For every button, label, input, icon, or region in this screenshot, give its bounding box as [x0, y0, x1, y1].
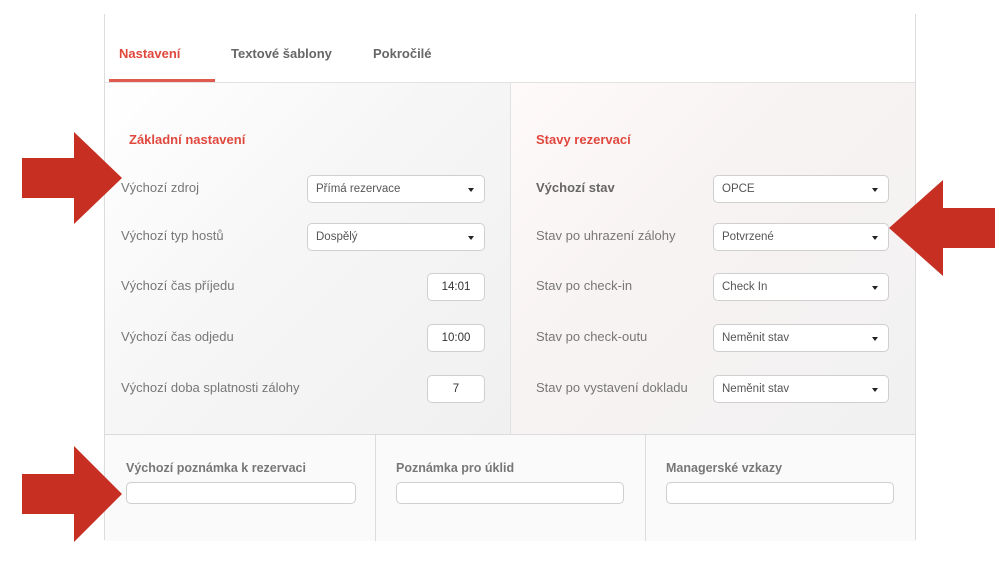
- deposit-due-days-label: Výchozí doba splatnosti zálohy: [121, 380, 300, 395]
- caret-down-icon: [468, 236, 474, 240]
- reservation-states-title: Stavy rezervací: [536, 132, 631, 147]
- notes-section: Výchozí poznámka k rezervaci Poznámka pr…: [105, 434, 915, 541]
- arrow-left-icon: [889, 180, 995, 276]
- reservation-note-label: Výchozí poznámka k rezervaci: [126, 461, 306, 475]
- default-state-value: OPCE: [722, 183, 755, 195]
- caret-down-icon: [872, 286, 878, 290]
- default-departure-time-input[interactable]: 10:00: [427, 324, 485, 352]
- default-source-label: Výchozí zdroj: [121, 180, 200, 195]
- settings-panel: Nastavení Textové šablony Pokročilé Zákl…: [104, 14, 916, 541]
- caret-down-icon: [872, 236, 878, 240]
- arrow-right-icon: [22, 446, 122, 542]
- caret-down-icon: [872, 188, 878, 192]
- state-after-checkout-value: Neměnit stav: [722, 332, 790, 344]
- basic-settings-title: Základní nastavení: [129, 132, 246, 147]
- default-source-select[interactable]: Přímá rezervace: [307, 175, 485, 203]
- state-after-deposit-value: Potvrzené: [722, 231, 774, 243]
- tab-pokrocile[interactable]: Pokročilé: [373, 46, 432, 61]
- state-after-checkin-value: Check In: [722, 281, 768, 293]
- default-guest-type-label: Výchozí typ hostů: [121, 228, 224, 243]
- note-cell-manager: Managerské vzkazy: [645, 435, 916, 541]
- state-after-checkout-select[interactable]: Neměnit stav: [713, 324, 889, 352]
- deposit-due-days-input[interactable]: 7: [427, 375, 485, 403]
- default-state-select[interactable]: OPCE: [713, 175, 889, 203]
- default-departure-time-label: Výchozí čas odjedu: [121, 329, 234, 344]
- state-after-checkin-label: Stav po check-in: [536, 278, 633, 293]
- default-state-label: Výchozí stav: [536, 180, 615, 195]
- manager-messages-label: Managerské vzkazy: [666, 461, 783, 475]
- default-guest-type-select[interactable]: Dospělý: [307, 223, 485, 251]
- note-cell-cleaning: Poznámka pro úklid: [375, 435, 646, 541]
- caret-down-icon: [468, 188, 474, 192]
- caret-down-icon: [872, 388, 878, 392]
- default-guest-type-value: Dospělý: [316, 231, 358, 243]
- note-cell-reservation: Výchozí poznámka k rezervaci: [105, 435, 375, 541]
- reservation-note-input[interactable]: [126, 482, 356, 504]
- cleaning-note-label: Poznámka pro úklid: [396, 461, 515, 475]
- state-after-invoice-label: Stav po vystavení dokladu: [536, 380, 688, 395]
- state-after-checkin-select[interactable]: Check In: [713, 273, 889, 301]
- state-after-checkout-label: Stav po check-outu: [536, 329, 648, 344]
- tab-textove-sablony[interactable]: Textové šablony: [231, 46, 332, 61]
- default-arrival-time-input[interactable]: 14:01: [427, 273, 485, 301]
- manager-messages-input[interactable]: [666, 482, 894, 504]
- reservation-states-column: Stavy rezervací Výchozí stav OPCE Stav p…: [511, 83, 915, 434]
- state-after-deposit-label: Stav po uhrazení zálohy: [536, 228, 676, 243]
- cleaning-note-input[interactable]: [396, 482, 624, 504]
- state-after-invoice-value: Neměnit stav: [722, 383, 790, 395]
- active-tab-indicator: [109, 79, 215, 82]
- basic-settings-column: Základní nastavení Výchozí zdroj Přímá r…: [105, 83, 511, 434]
- state-after-invoice-select[interactable]: Neměnit stav: [713, 375, 889, 403]
- caret-down-icon: [872, 337, 878, 341]
- arrow-right-icon: [22, 132, 122, 224]
- tab-nastaveni[interactable]: Nastavení: [119, 46, 180, 61]
- default-arrival-time-label: Výchozí čas příjedu: [121, 278, 235, 293]
- default-source-value: Přímá rezervace: [316, 183, 401, 195]
- state-after-deposit-select[interactable]: Potvrzené: [713, 223, 889, 251]
- tab-bar: Nastavení Textové šablony Pokročilé: [105, 14, 915, 83]
